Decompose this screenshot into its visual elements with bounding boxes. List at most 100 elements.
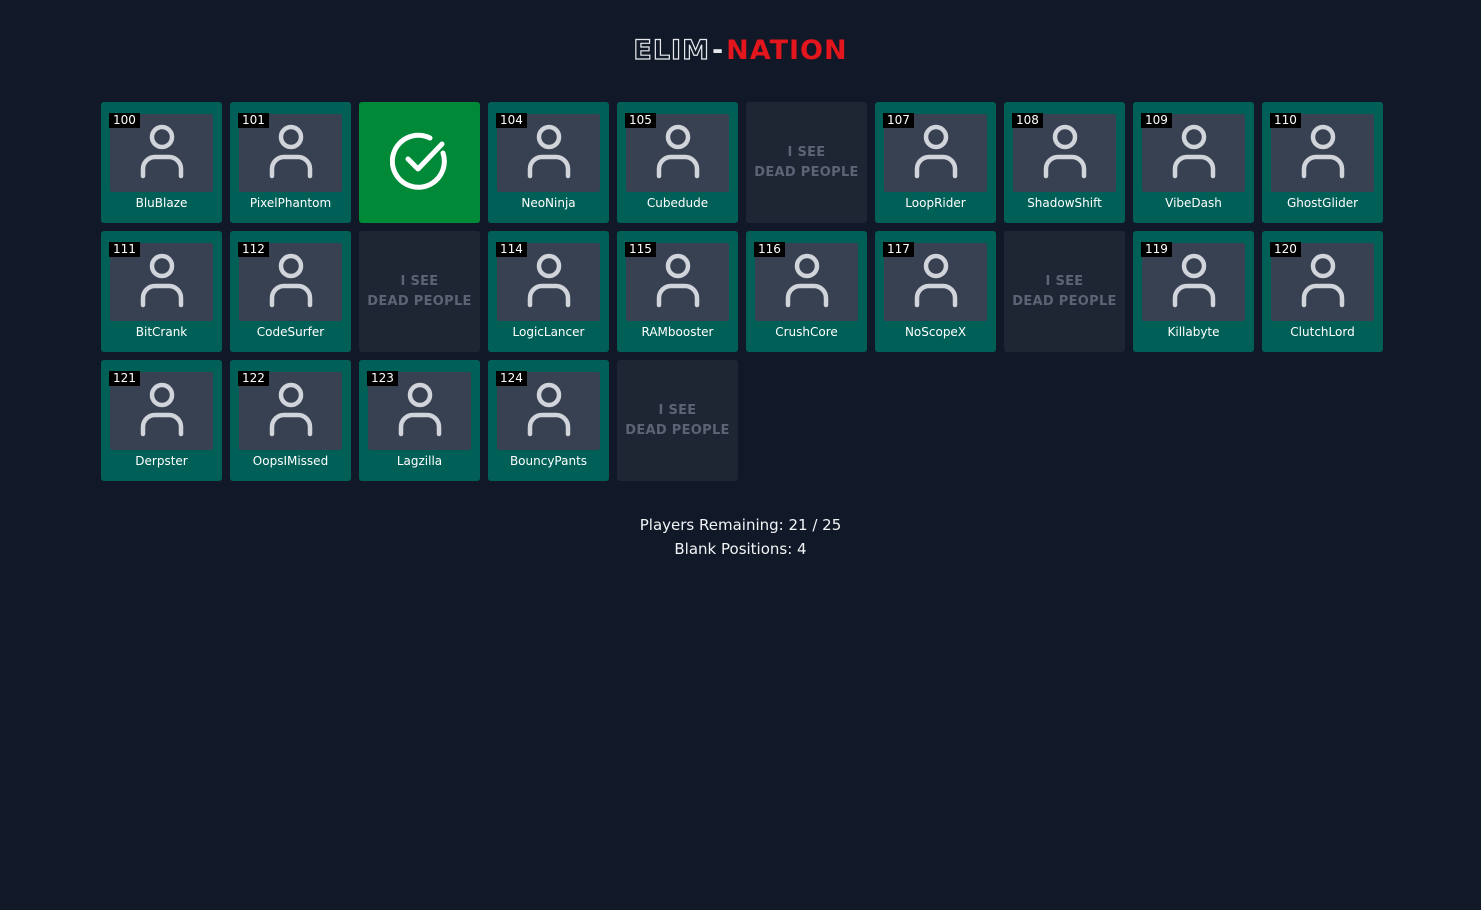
player-name: Lagzilla xyxy=(396,454,443,468)
player-tile[interactable]: 119 Killabyte xyxy=(1133,231,1254,352)
player-tile[interactable]: 114 LogicLancer xyxy=(488,231,609,352)
player-tile[interactable]: 107 LoopRider xyxy=(875,102,996,223)
player-tile[interactable]: 116 CrushCore xyxy=(746,231,867,352)
user-icon xyxy=(1301,123,1345,183)
user-icon xyxy=(527,381,571,441)
player-name: BluBlaze xyxy=(135,196,188,210)
user-icon xyxy=(140,252,184,312)
user-icon xyxy=(1172,123,1216,183)
player-tile[interactable]: 120 ClutchLord xyxy=(1262,231,1383,352)
player-name: ShadowShift xyxy=(1027,196,1102,210)
dead-label: I SEE DEAD PEOPLE xyxy=(754,143,859,183)
dead-label-line2: DEAD PEOPLE xyxy=(625,422,730,438)
user-icon xyxy=(914,252,958,312)
player-number-badge: 123 xyxy=(367,371,398,386)
player-number-badge: 107 xyxy=(883,113,914,128)
player-name: RAMbooster xyxy=(641,325,714,339)
user-icon xyxy=(269,252,313,312)
player-name: NoScopeX xyxy=(904,325,967,339)
user-icon xyxy=(140,123,184,183)
player-tile[interactable]: 110 GhostGlider xyxy=(1262,102,1383,223)
players-remaining: Players Remaining: 21 / 25 xyxy=(639,516,842,534)
dead-label-line1: I SEE xyxy=(1045,273,1084,289)
blank-tile[interactable]: I SEE DEAD PEOPLE xyxy=(617,360,738,481)
dead-label-line1: I SEE xyxy=(400,273,439,289)
player-tile[interactable]: 117 NoScopeX xyxy=(875,231,996,352)
user-icon xyxy=(914,123,958,183)
player-number-badge: 108 xyxy=(1012,113,1043,128)
user-icon xyxy=(656,252,700,312)
player-number-badge: 101 xyxy=(238,113,269,128)
player-number-badge: 105 xyxy=(625,113,656,128)
player-name: NeoNinja xyxy=(521,196,576,210)
player-number-badge: 122 xyxy=(238,371,269,386)
player-name: Cubedude xyxy=(646,196,709,210)
selected-tile[interactable] xyxy=(359,102,480,223)
player-number-badge: 124 xyxy=(496,371,527,386)
logo: ELIM - NATION xyxy=(633,35,848,66)
dead-label-line2: DEAD PEOPLE xyxy=(754,164,859,180)
logo-part-b: NATION xyxy=(726,35,848,66)
player-tile[interactable]: 100 BluBlaze xyxy=(101,102,222,223)
player-tile[interactable]: 111 BitCrank xyxy=(101,231,222,352)
check-circle-icon xyxy=(389,131,450,195)
player-number-badge: 119 xyxy=(1141,242,1172,257)
player-tile[interactable]: 104 NeoNinja xyxy=(488,102,609,223)
player-number-badge: 115 xyxy=(625,242,656,257)
dead-label: I SEE DEAD PEOPLE xyxy=(1012,272,1117,312)
player-name: CodeSurfer xyxy=(256,325,325,339)
blank-tile[interactable]: I SEE DEAD PEOPLE xyxy=(1004,231,1125,352)
player-tile[interactable]: 105 Cubedude xyxy=(617,102,738,223)
logo-part-a: ELIM xyxy=(633,35,710,66)
user-icon xyxy=(1172,252,1216,312)
player-tile[interactable]: 124 BouncyPants xyxy=(488,360,609,481)
player-name: LogicLancer xyxy=(512,325,585,339)
dead-label: I SEE DEAD PEOPLE xyxy=(625,401,730,441)
user-icon xyxy=(527,252,571,312)
logo-dash: - xyxy=(711,35,725,66)
user-icon xyxy=(785,252,829,312)
player-tile[interactable]: 108 ShadowShift xyxy=(1004,102,1125,223)
player-tile[interactable]: 115 RAMbooster xyxy=(617,231,738,352)
dead-label: I SEE DEAD PEOPLE xyxy=(367,272,472,312)
player-number-badge: 111 xyxy=(109,242,140,257)
dead-label-line1: I SEE xyxy=(787,144,826,160)
player-name: LoopRider xyxy=(905,196,966,210)
stats-panel: Players Remaining: 21 / 25 Blank Positio… xyxy=(0,513,1481,561)
player-name: VibeDash xyxy=(1165,196,1222,210)
user-icon xyxy=(269,123,313,183)
user-icon xyxy=(527,123,571,183)
player-tile[interactable]: 101 PixelPhantom xyxy=(230,102,351,223)
player-number-badge: 120 xyxy=(1270,242,1301,257)
player-tile[interactable]: 121 Derpster xyxy=(101,360,222,481)
player-number-badge: 112 xyxy=(238,242,269,257)
player-name: ClutchLord xyxy=(1290,325,1355,339)
player-name: Killabyte xyxy=(1167,325,1220,339)
blank-tile[interactable]: I SEE DEAD PEOPLE xyxy=(359,231,480,352)
player-tile[interactable]: 122 OopsIMissed xyxy=(230,360,351,481)
user-icon xyxy=(1043,123,1087,183)
player-number-badge: 121 xyxy=(109,371,140,386)
player-tile[interactable]: 112 CodeSurfer xyxy=(230,231,351,352)
blank-tile[interactable]: I SEE DEAD PEOPLE xyxy=(746,102,867,223)
user-icon xyxy=(140,381,184,441)
player-number-badge: 116 xyxy=(754,242,785,257)
player-number-badge: 104 xyxy=(496,113,527,128)
player-tile[interactable]: 109 VibeDash xyxy=(1133,102,1254,223)
player-name: OopsIMissed xyxy=(252,454,329,468)
blank-positions: Blank Positions: 4 xyxy=(674,540,807,558)
user-icon xyxy=(656,123,700,183)
player-name: PixelPhantom xyxy=(249,196,332,210)
dead-label-line2: DEAD PEOPLE xyxy=(367,293,472,309)
player-name: BouncyPants xyxy=(509,454,588,468)
user-icon xyxy=(269,381,313,441)
player-name: CrushCore xyxy=(775,325,838,339)
player-number-badge: 109 xyxy=(1141,113,1172,128)
player-number-badge: 114 xyxy=(496,242,527,257)
player-name: Derpster xyxy=(135,454,188,468)
dead-label-line1: I SEE xyxy=(658,402,697,418)
player-number-badge: 117 xyxy=(883,242,914,257)
player-tile[interactable]: 123 Lagzilla xyxy=(359,360,480,481)
player-name: BitCrank xyxy=(135,325,188,339)
player-number-badge: 100 xyxy=(109,113,140,128)
